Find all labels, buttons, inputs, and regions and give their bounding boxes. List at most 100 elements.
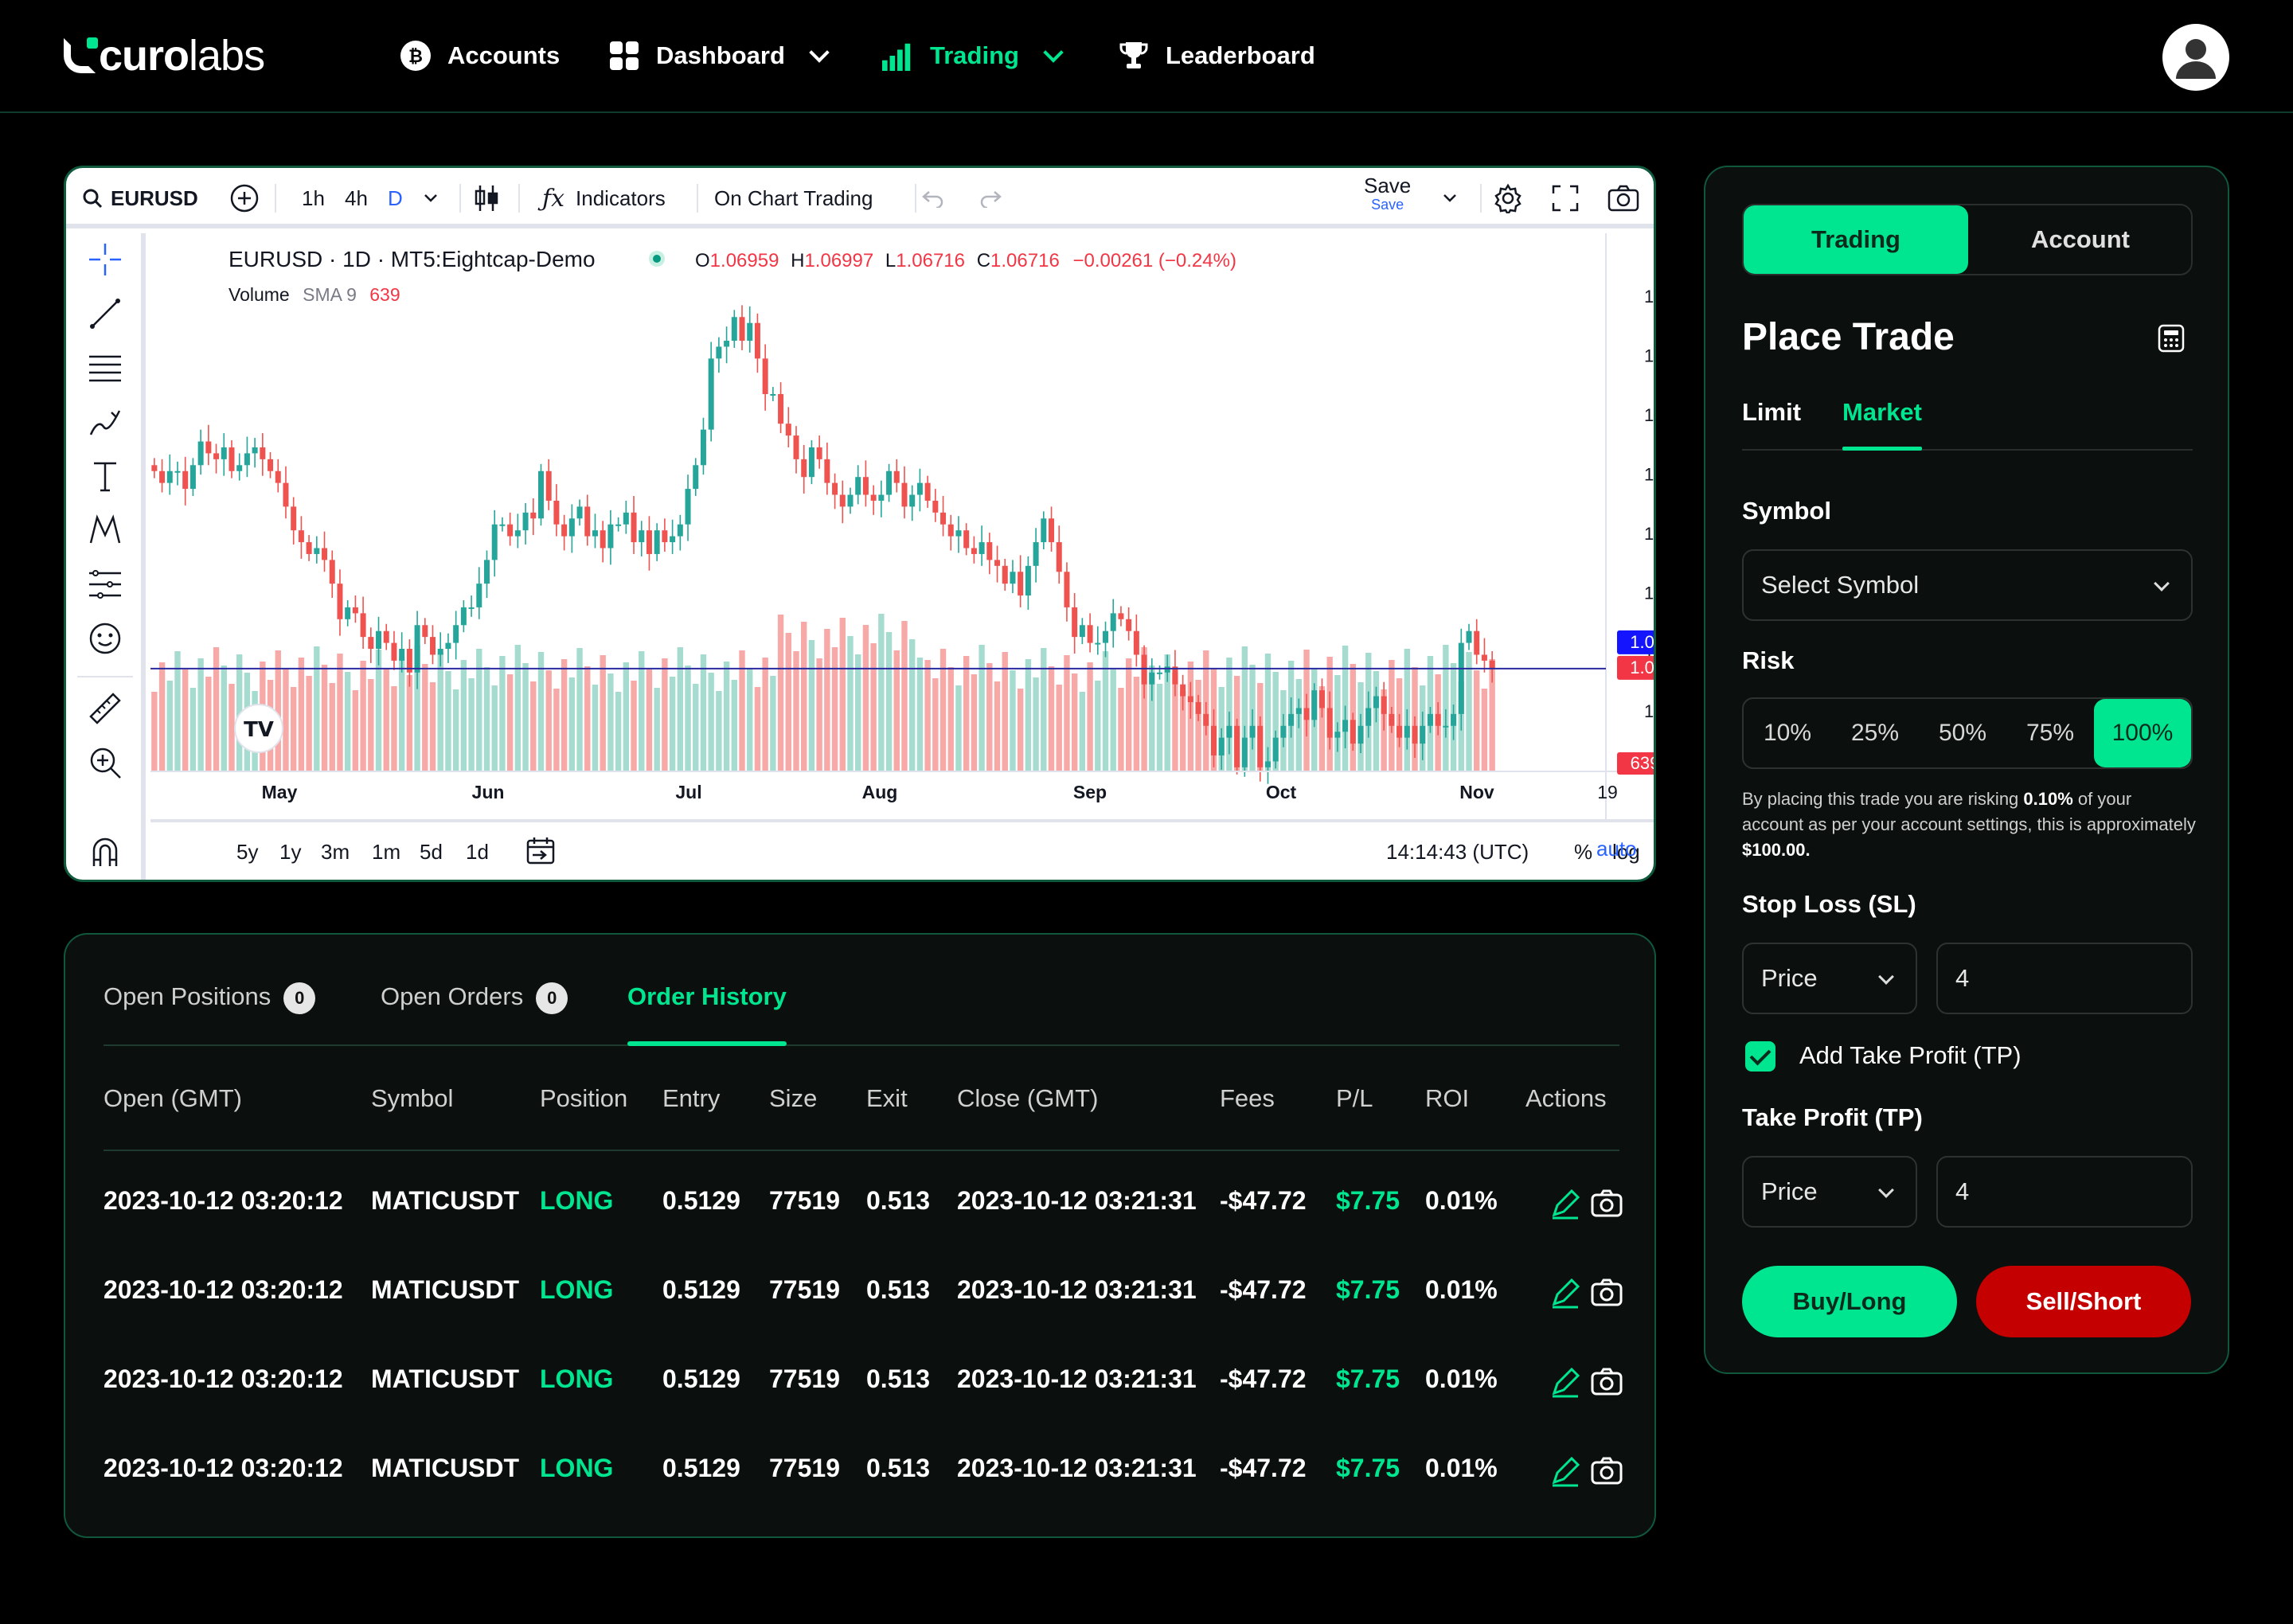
take-profit-input[interactable]: 4 <box>1936 1156 2193 1228</box>
take-profit-type-select[interactable]: Price <box>1742 1156 1917 1228</box>
nav-trading[interactable]: Trading <box>882 35 1064 76</box>
interval-d[interactable]: D <box>388 184 403 213</box>
volume-bar <box>298 658 305 771</box>
text-tool[interactable] <box>85 456 125 496</box>
x-tick-label: Aug <box>862 782 898 802</box>
take-profit-checkbox[interactable] <box>1745 1041 1775 1072</box>
trend-line-tool[interactable] <box>85 294 125 334</box>
fib-tool[interactable] <box>85 348 125 388</box>
save-button[interactable]: Save Save <box>1364 175 1411 214</box>
camera-icon[interactable] <box>1589 1275 1624 1310</box>
risk-option-10[interactable]: 10% <box>1744 699 1831 767</box>
auto-toggle[interactable]: auto <box>1596 837 1637 861</box>
chart-clock[interactable]: 14:14:43 (UTC) <box>1386 840 1529 865</box>
brush-tool[interactable] <box>85 402 125 442</box>
sell-short-button[interactable]: Sell/Short <box>1976 1266 2191 1337</box>
range-1m[interactable]: 1m <box>372 840 400 865</box>
candle-body <box>1272 737 1279 762</box>
volume-tag-label: 639 <box>1631 753 1656 773</box>
crosshair-tool[interactable] <box>85 240 125 279</box>
range-3m[interactable]: 3m <box>321 840 350 865</box>
volume-bar <box>398 657 405 771</box>
price-chart[interactable]: 1.13000 1.12000 1.11000 1.10000 1.09000 1.080… <box>150 233 1656 819</box>
forecast-tool[interactable] <box>85 564 125 604</box>
candle-body <box>592 530 598 537</box>
candle-body <box>236 465 243 471</box>
cell-size: 77519 <box>769 1186 840 1215</box>
measure-tool[interactable] <box>85 689 125 728</box>
pattern-tool[interactable] <box>85 510 125 550</box>
indicators-button[interactable]: ƒx Indicators <box>542 184 666 213</box>
chart-settings-button[interactable] <box>1493 183 1523 213</box>
range-1d[interactable]: 1d <box>466 840 489 865</box>
fullscreen-button[interactable] <box>1552 184 1579 213</box>
snapshot-button[interactable] <box>1607 184 1639 213</box>
volume-bar <box>537 652 545 771</box>
zoom-tool[interactable] <box>85 743 125 783</box>
interval-4h[interactable]: 4h <box>345 184 368 213</box>
range-1y[interactable]: 1y <box>279 840 301 865</box>
risk-option-100[interactable]: 100% <box>2094 699 2191 767</box>
save-dropdown[interactable] <box>1442 184 1458 213</box>
edit-icon[interactable] <box>1548 1186 1583 1221</box>
percent-toggle[interactable]: % <box>1574 840 1592 865</box>
candle-body <box>1010 572 1016 584</box>
interval-dropdown[interactable] <box>423 184 439 213</box>
nav-dashboard[interactable]: Dashboard <box>608 35 830 76</box>
tab-open-orders[interactable]: Open Orders 0 <box>381 976 568 1044</box>
cell-size: 77519 <box>769 1364 840 1393</box>
volume-bar <box>600 655 606 771</box>
camera-icon[interactable] <box>1589 1364 1624 1400</box>
toggle-account[interactable]: Account <box>1968 205 2193 274</box>
nav-leaderboard[interactable]: Leaderboard <box>1118 35 1315 76</box>
redo-button[interactable] <box>979 184 1002 213</box>
buy-long-button[interactable]: Buy/Long <box>1742 1266 1957 1337</box>
range-5y[interactable]: 5y <box>236 840 258 865</box>
candle-body <box>801 459 807 478</box>
symbol-select[interactable]: Select Symbol <box>1742 549 2193 621</box>
candle-body <box>197 441 204 466</box>
camera-icon[interactable] <box>1589 1454 1624 1489</box>
nav-accounts[interactable]: ₿ Accounts <box>400 35 560 76</box>
tab-market[interactable]: Market <box>1842 398 1922 451</box>
compare-button[interactable] <box>230 184 259 213</box>
brand-logo[interactable]: curo labs <box>64 32 265 80</box>
risk-option-75[interactable]: 75% <box>2006 699 2094 767</box>
user-avatar[interactable] <box>2162 24 2229 91</box>
tab-limit[interactable]: Limit <box>1742 398 1801 449</box>
candle-body <box>607 524 614 548</box>
interval-1h[interactable]: 1h <box>302 184 325 213</box>
volume-bar <box>615 692 622 771</box>
nav-dashboard-label: Dashboard <box>656 41 785 69</box>
on-chart-trading-button[interactable]: On Chart Trading <box>714 184 873 213</box>
edit-icon[interactable] <box>1548 1364 1583 1400</box>
stop-loss-type-select[interactable]: Price <box>1742 943 1917 1014</box>
edit-icon[interactable] <box>1548 1275 1583 1310</box>
volume-bar <box>754 687 761 771</box>
candle-body <box>1334 732 1341 738</box>
tab-open-positions[interactable]: Open Positions 0 <box>104 976 316 1044</box>
tab-order-history[interactable]: Order History <box>627 976 787 1046</box>
range-5d[interactable]: 5d <box>420 840 443 865</box>
candle-body <box>1234 725 1240 767</box>
chart-bottom-bar: 5y 1y 3m 1m 5d 1d 14:14:43 (UTC) % log <box>150 819 1654 880</box>
gear-icon <box>1494 183 1522 213</box>
risk-option-50[interactable]: 50% <box>1919 699 2006 767</box>
volume-bar <box>708 673 714 771</box>
camera-icon[interactable] <box>1589 1186 1624 1221</box>
toggle-trading[interactable]: Trading <box>1744 205 1968 274</box>
undo-button[interactable] <box>921 184 945 213</box>
candle-body <box>1326 708 1333 738</box>
emoji-tool[interactable] <box>85 619 125 658</box>
table-row: 2023-10-12 03:20:12 MATICUSDT LONG 0.5129 77… <box>104 1181 1623 1229</box>
goto-date-button[interactable] <box>525 835 557 873</box>
symbol-search[interactable]: EURUSD <box>82 184 198 213</box>
stop-loss-input[interactable]: 4 <box>1936 943 2193 1014</box>
calculator-button[interactable] <box>2156 323 2186 353</box>
volume-bar <box>1025 659 1032 771</box>
volume-bar <box>290 687 297 771</box>
magnet-tool[interactable] <box>85 832 125 872</box>
chart-type-button[interactable] <box>474 184 499 213</box>
edit-icon[interactable] <box>1548 1454 1583 1489</box>
risk-option-25[interactable]: 25% <box>1831 699 1919 767</box>
